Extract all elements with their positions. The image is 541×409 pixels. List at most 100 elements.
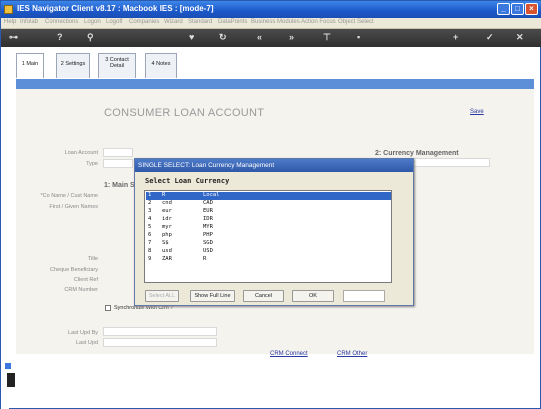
list-cell-num: 7	[148, 240, 152, 246]
list-cell-code: idr	[162, 216, 172, 222]
menu-action-focus[interactable]: Action Focus	[301, 19, 336, 25]
last-upd-label: Last Upd	[75, 340, 98, 346]
save-link[interactable]: Save	[470, 109, 484, 115]
client-ref-label: Client Ref	[73, 277, 98, 283]
type-label: Type	[86, 161, 98, 167]
list-cell-desc: USD	[203, 248, 213, 254]
cheque-beneficiary-label: Cheque Beneficiary	[49, 267, 98, 273]
co-name-label: *Co Name / Cust Name	[40, 193, 98, 199]
filter-icon[interactable]: ⊤	[323, 32, 331, 43]
list-cell-desc: EUR	[203, 208, 213, 214]
first-names-label: First / Given Names	[49, 204, 98, 210]
list-item[interactable]: 1 R Local	[146, 192, 391, 200]
menu-companies[interactable]: Companies	[129, 19, 159, 25]
tab-settings[interactable]: 2 Settings	[56, 53, 90, 78]
list-item[interactable]: 8 usd USD	[146, 248, 391, 256]
key-icon[interactable]: ⊶	[9, 32, 18, 43]
show-full-line-button[interactable]: Show Full Line	[190, 290, 235, 302]
list-item[interactable]: 5 myr MYR	[146, 224, 391, 232]
cancel-button[interactable]: Cancel	[243, 290, 284, 302]
last-upd-by-label: Last Upd By	[68, 330, 98, 336]
list-item[interactable]: 2 cnd CAD	[146, 200, 391, 208]
list-item[interactable]: 4 idr IDR	[146, 216, 391, 224]
menu-standard[interactable]: Standard	[188, 19, 212, 25]
rewind-icon[interactable]: «	[257, 32, 262, 42]
select-all-button[interactable]: Select ALL	[145, 290, 179, 302]
search-icon[interactable]: ⚲	[87, 32, 94, 43]
dialog-title: SINGLE SELECT: Loan Currency Management	[135, 159, 413, 172]
list-cell-code: usd	[162, 248, 172, 254]
close-button[interactable]: ×	[525, 3, 538, 15]
loan-account-field[interactable]	[103, 148, 133, 157]
title-label: Title	[87, 256, 98, 262]
dialog-header: Select Loan Currency	[145, 177, 230, 185]
list-cell-code: php	[162, 232, 172, 238]
list-cell-num: 5	[148, 224, 152, 230]
list-item[interactable]: 6 php PHP	[146, 232, 391, 240]
menu-bar: Help Infolab Connections Logon Logoff Co…	[1, 18, 541, 29]
title-bar: IES Navigator Client v8.17 : Macbook IES…	[1, 1, 541, 18]
section-main: 1: Main S	[104, 182, 135, 189]
header-band	[16, 79, 534, 89]
loan-account-label: Loan Account	[64, 150, 98, 156]
list-cell-desc: IDR	[203, 216, 213, 222]
list-cell-desc: SGD	[203, 240, 213, 246]
fast-forward-icon[interactable]: »	[289, 32, 294, 42]
list-cell-code: myr	[162, 224, 172, 230]
menu-infolab[interactable]: Infolab	[20, 19, 38, 25]
crm-connect-link[interactable]: CRM Connect	[270, 351, 308, 357]
menu-datapoints[interactable]: DataPoints	[218, 19, 247, 25]
list-cell-num: 4	[148, 216, 152, 222]
list-cell-num: 2	[148, 200, 152, 206]
list-cell-desc: R	[203, 256, 207, 262]
list-cell-desc: MYR	[203, 224, 213, 230]
refresh-icon[interactable]: ↻	[219, 32, 227, 43]
dialog-search-field[interactable]	[343, 290, 385, 302]
crm-number-label: CRM Number	[64, 287, 98, 293]
list-cell-num: 3	[148, 208, 152, 214]
maximize-button[interactable]: □	[511, 3, 524, 15]
tab-contact-detail[interactable]: 3 Contact Detail	[98, 53, 136, 78]
left-strip	[1, 47, 9, 409]
currency-select-dialog: SINGLE SELECT: Loan Currency Management …	[134, 158, 414, 306]
side-info-icon[interactable]	[7, 373, 15, 387]
page-title: CONSUMER LOAN ACCOUNT	[104, 107, 265, 119]
minimize-button[interactable]: _	[497, 3, 510, 15]
menu-connections[interactable]: Connections	[45, 19, 78, 25]
add-icon[interactable]: +	[453, 32, 458, 42]
tab-main[interactable]: 1 Main	[16, 53, 44, 78]
menu-logoff[interactable]: Logoff	[106, 19, 123, 25]
tab-notes[interactable]: 4 Notes	[145, 53, 177, 78]
sync-crm-checkbox[interactable]	[105, 305, 111, 311]
crm-other-link[interactable]: CRM Other	[337, 351, 367, 357]
side-nav-icon[interactable]	[5, 363, 11, 369]
type-field[interactable]	[103, 159, 133, 168]
menu-help[interactable]: Help	[4, 19, 16, 25]
list-cell-num: 8	[148, 248, 152, 254]
app-icon	[4, 5, 13, 14]
close-icon[interactable]: ✕	[516, 32, 524, 43]
menu-logon[interactable]: Logon	[84, 19, 101, 25]
list-cell-desc: Local	[203, 192, 220, 198]
list-item[interactable]: 9 ZAR R	[146, 256, 391, 264]
last-upd-field	[103, 338, 217, 347]
list-cell-num: 6	[148, 232, 152, 238]
save-disk-icon[interactable]: ▪	[357, 32, 360, 42]
list-cell-desc: PHP	[203, 232, 213, 238]
list-item[interactable]: 7 S$ SGD	[146, 240, 391, 248]
menu-business-modules[interactable]: Business Modules	[251, 19, 300, 25]
window-title: IES Navigator Client v8.17 : Macbook IES…	[17, 4, 214, 13]
toolbar: ⊶ ? ⚲ ♥ ↻ « » ⊤ ▪ + ✓ ✕	[1, 29, 541, 47]
ok-button[interactable]: OK	[292, 290, 334, 302]
list-cell-code: ZAR	[162, 256, 172, 262]
heart-icon[interactable]: ♥	[189, 32, 194, 42]
currency-list[interactable]: 1 R Local 2 cnd CAD 3 eur EUR 4 idr IDR 5 myr MYR 6 php P…	[144, 190, 392, 283]
section-currency-management: 2: Currency Management	[375, 150, 459, 157]
check-icon[interactable]: ✓	[486, 32, 494, 43]
list-item[interactable]: 3 eur EUR	[146, 208, 391, 216]
list-cell-num: 1	[148, 192, 152, 198]
menu-object-select[interactable]: Object Select	[338, 19, 374, 25]
help-icon[interactable]: ?	[57, 32, 63, 42]
menu-wizard[interactable]: Wizard	[164, 19, 183, 25]
app-window: IES Navigator Client v8.17 : Macbook IES…	[0, 0, 541, 409]
